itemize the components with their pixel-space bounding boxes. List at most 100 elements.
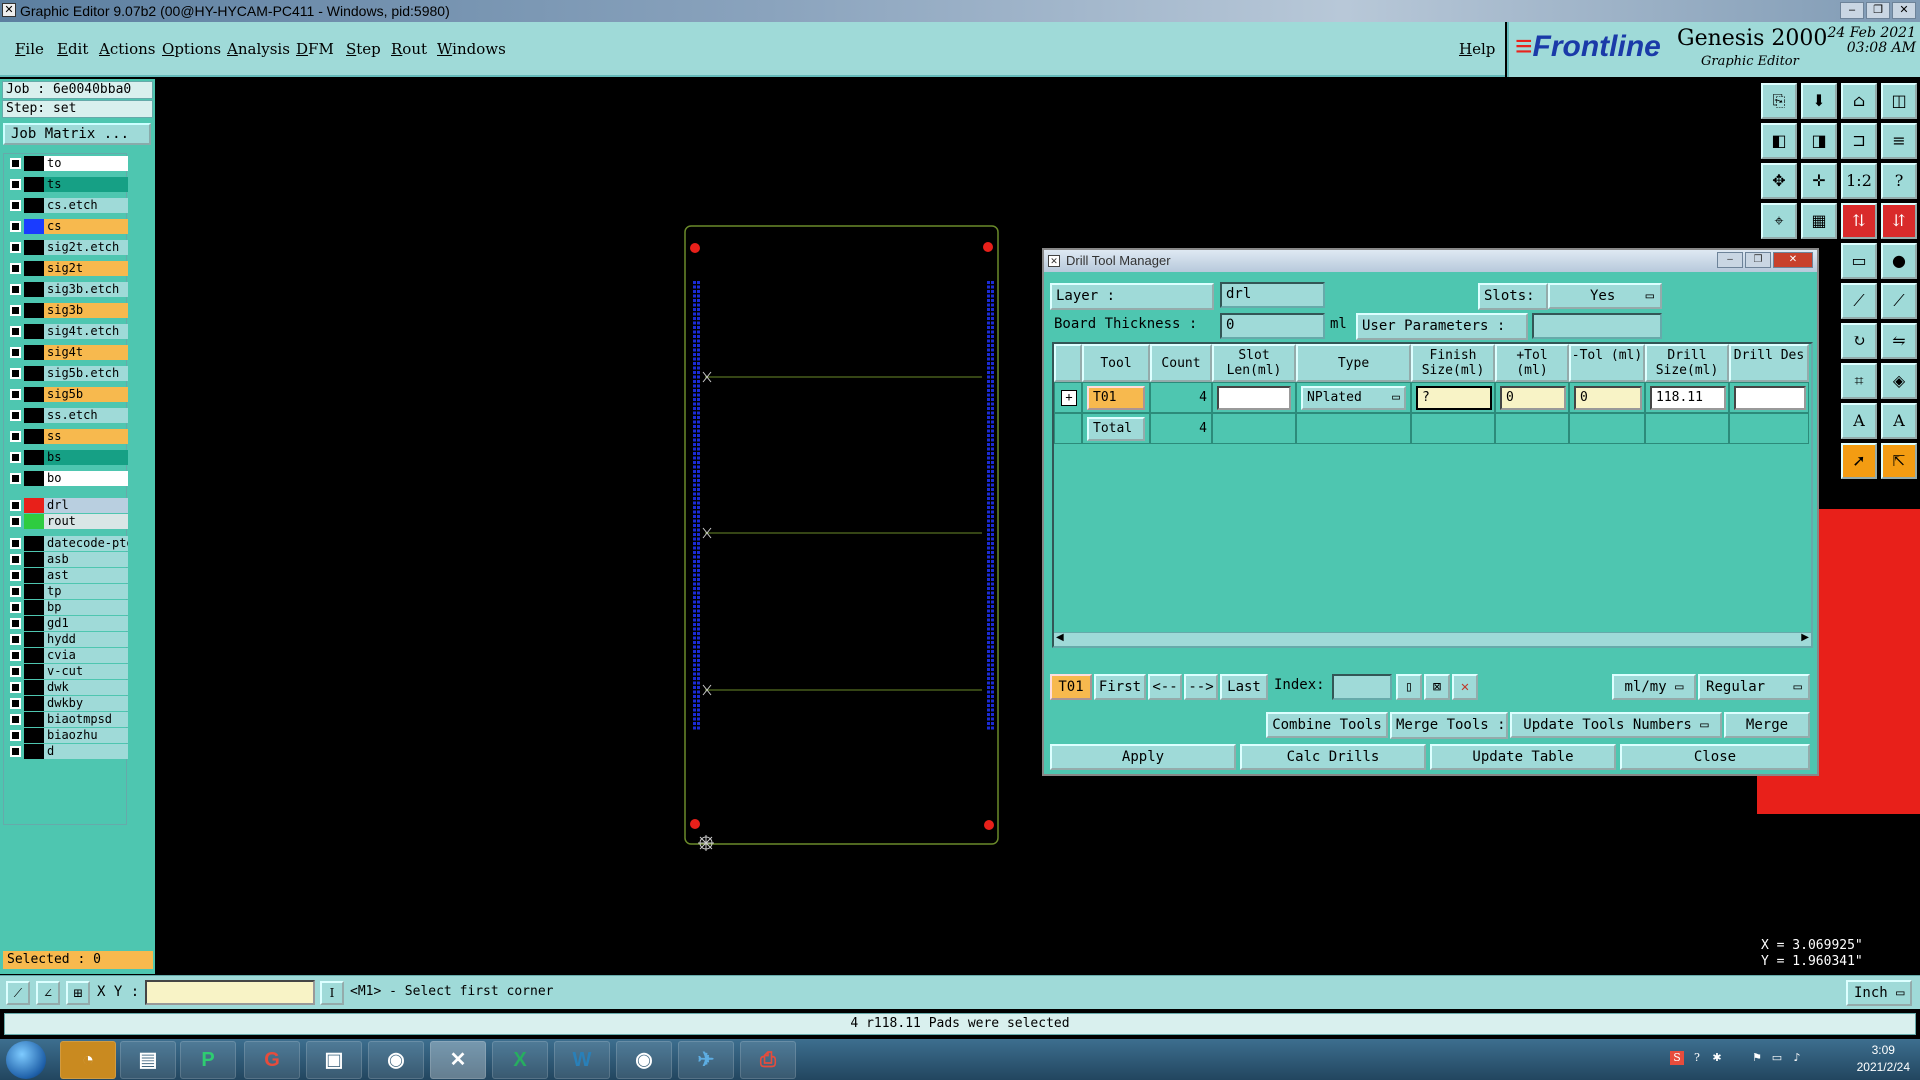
layer-name[interactable]: biaotmpsd	[44, 712, 128, 727]
tray-flag-icon[interactable]: ⚑	[1750, 1051, 1764, 1065]
delete-icon[interactable]: ✕	[1452, 674, 1478, 700]
merge-button[interactable]: Merge	[1724, 712, 1810, 738]
layer-name[interactable]: sig3b	[44, 303, 128, 318]
layer-align-icon[interactable]: ⇵	[1881, 203, 1917, 239]
layer-name[interactable]: hydd	[44, 632, 128, 647]
layer-row-dwkby[interactable]: dwkby	[7, 696, 129, 711]
layer-row-datecode-pto[interactable]: datecode-pto	[7, 536, 129, 551]
taskbar-app-viewer-icon[interactable]: ◉	[368, 1041, 424, 1079]
layer-checkbox[interactable]	[10, 500, 21, 511]
units-select[interactable]: Inch ▭	[1846, 980, 1912, 1006]
layer-row-sig4t.etch[interactable]: sig4t.etch	[7, 324, 129, 339]
layer-name[interactable]: asb	[44, 552, 128, 567]
text-a2-icon[interactable]: A	[1881, 403, 1917, 439]
layer-row-biaotmpsd[interactable]: biaotmpsd	[7, 712, 129, 727]
layer-checkbox[interactable]	[10, 730, 21, 741]
layer-checkbox[interactable]	[10, 200, 21, 211]
layer-name[interactable]: tp	[44, 584, 128, 599]
layer-row-sig3b[interactable]: sig3b	[7, 303, 129, 318]
last-button[interactable]: Last	[1220, 674, 1268, 700]
layer-checkbox[interactable]	[10, 389, 21, 400]
row-select[interactable]: +	[1054, 382, 1082, 413]
layer-name[interactable]: v-cut	[44, 664, 128, 679]
flip-icon[interactable]: ⇋	[1881, 323, 1917, 359]
layer-checkbox[interactable]	[10, 682, 21, 693]
zoom-fit-icon[interactable]: ✥	[1761, 163, 1797, 199]
layer-checkbox[interactable]	[10, 650, 21, 661]
taskbar-app-viewer2-icon[interactable]: ◉	[616, 1041, 672, 1079]
text-a-icon[interactable]: A	[1841, 403, 1877, 439]
merge-option-dropdown[interactable]: Update Tools Numbers ▭	[1510, 712, 1722, 738]
mode-dropdown[interactable]: Regular ▭	[1698, 674, 1810, 700]
drill-pad[interactable]	[690, 243, 700, 253]
taskbar-app-graphic-editor-icon[interactable]: ✕	[430, 1041, 486, 1079]
zoom-center-icon[interactable]: ✛	[1801, 163, 1837, 199]
layer-row-cs.etch[interactable]: cs.etch	[7, 198, 129, 213]
restore-icon[interactable]: ❐	[1866, 2, 1890, 19]
dialog-restore-icon[interactable]: ❐	[1745, 252, 1771, 268]
dialog-title-bar[interactable]: ✕ Drill Tool Manager – ❐ ✕	[1044, 250, 1817, 272]
plus-tol-input[interactable]: 0	[1500, 386, 1566, 410]
layer-name[interactable]: ss.etch	[44, 408, 128, 423]
layer-compare-icon[interactable]: ⇅	[1841, 203, 1877, 239]
layer-row-bo[interactable]: bo	[7, 471, 129, 486]
thickness-field[interactable]: 0	[1220, 313, 1325, 339]
layer-name[interactable]: sig3b.etch	[44, 282, 128, 297]
menu-windows[interactable]: Windows	[437, 40, 506, 58]
layer-row-dwk[interactable]: dwk	[7, 680, 129, 695]
cursor-mode-icon[interactable]: Ⅰ	[320, 981, 344, 1005]
layer-row-asb[interactable]: asb	[7, 552, 129, 567]
layer-checkbox[interactable]	[10, 634, 21, 645]
layer-row-tp[interactable]: tp	[7, 584, 129, 599]
table-icon[interactable]: ▯	[1396, 674, 1422, 700]
next-button[interactable]: -->	[1184, 674, 1218, 700]
select-icon[interactable]: ⇱	[1881, 443, 1917, 479]
pan-left-icon[interactable]: ◧	[1761, 123, 1797, 159]
grid-icon[interactable]: ▦	[1801, 203, 1837, 239]
layer-row-v-cut[interactable]: v-cut	[7, 664, 129, 679]
layer-checkbox[interactable]	[10, 263, 21, 274]
layer-name[interactable]: d	[44, 744, 128, 759]
minimize-icon[interactable]: –	[1840, 2, 1864, 19]
snap-icon[interactable]: ≡	[1881, 123, 1917, 159]
scale-table-icon[interactable]: ⊠	[1424, 674, 1450, 700]
menu-step[interactable]: Step	[346, 40, 381, 58]
select-area-icon[interactable]: ⌗	[1841, 363, 1877, 399]
home-icon[interactable]: ⌂	[1841, 83, 1877, 119]
layer-checkbox[interactable]	[10, 516, 21, 527]
pad-icon[interactable]: ●	[1881, 243, 1917, 279]
layer-name[interactable]: sig2t.etch	[44, 240, 128, 255]
menu-options[interactable]: Options	[162, 40, 221, 58]
prev-button[interactable]: <--	[1148, 674, 1182, 700]
expand-icon[interactable]: +	[1061, 390, 1077, 406]
scroll-left-icon[interactable]: ◀	[1056, 632, 1064, 643]
layer-row-ss[interactable]: ss	[7, 429, 129, 444]
layer-checkbox[interactable]	[10, 179, 21, 190]
mirror-icon[interactable]: ⊐	[1841, 123, 1877, 159]
layer-checkbox[interactable]	[10, 242, 21, 253]
layer-name[interactable]: bs	[44, 450, 128, 465]
layer-name[interactable]: bp	[44, 600, 128, 615]
calc-drills-button[interactable]: Calc Drills	[1240, 744, 1426, 770]
layer-name[interactable]: gd1	[44, 616, 128, 631]
job-matrix-button[interactable]: Job Matrix ...	[3, 123, 151, 145]
layer-name[interactable]: dwk	[44, 680, 128, 695]
taskbar-app-word-icon[interactable]: W	[554, 1041, 610, 1079]
menu-edit[interactable]: Edit	[57, 40, 88, 58]
drill-pad[interactable]	[984, 820, 994, 830]
layer-name[interactable]: sig4t.etch	[44, 324, 128, 339]
close-icon[interactable]: ✕	[1892, 2, 1916, 19]
menu-rout[interactable]: Rout	[391, 40, 427, 58]
ruler-icon[interactable]: ▭	[1841, 243, 1877, 279]
layer-row-ss.etch[interactable]: ss.etch	[7, 408, 129, 423]
tray-volume-icon[interactable]: ♪	[1790, 1051, 1804, 1065]
dialog-minimize-icon[interactable]: –	[1717, 252, 1743, 268]
layer-name[interactable]: sig5b.etch	[44, 366, 128, 381]
shapes-icon[interactable]: ◈	[1881, 363, 1917, 399]
layer-name[interactable]: drl	[44, 498, 128, 513]
layer-checkbox[interactable]	[10, 746, 21, 757]
layer-row-sig2t.etch[interactable]: sig2t.etch	[7, 240, 129, 255]
layer-checkbox[interactable]	[10, 452, 21, 463]
finish-size-input[interactable]: ?	[1416, 386, 1492, 410]
layer-row-sig4t[interactable]: sig4t	[7, 345, 129, 360]
